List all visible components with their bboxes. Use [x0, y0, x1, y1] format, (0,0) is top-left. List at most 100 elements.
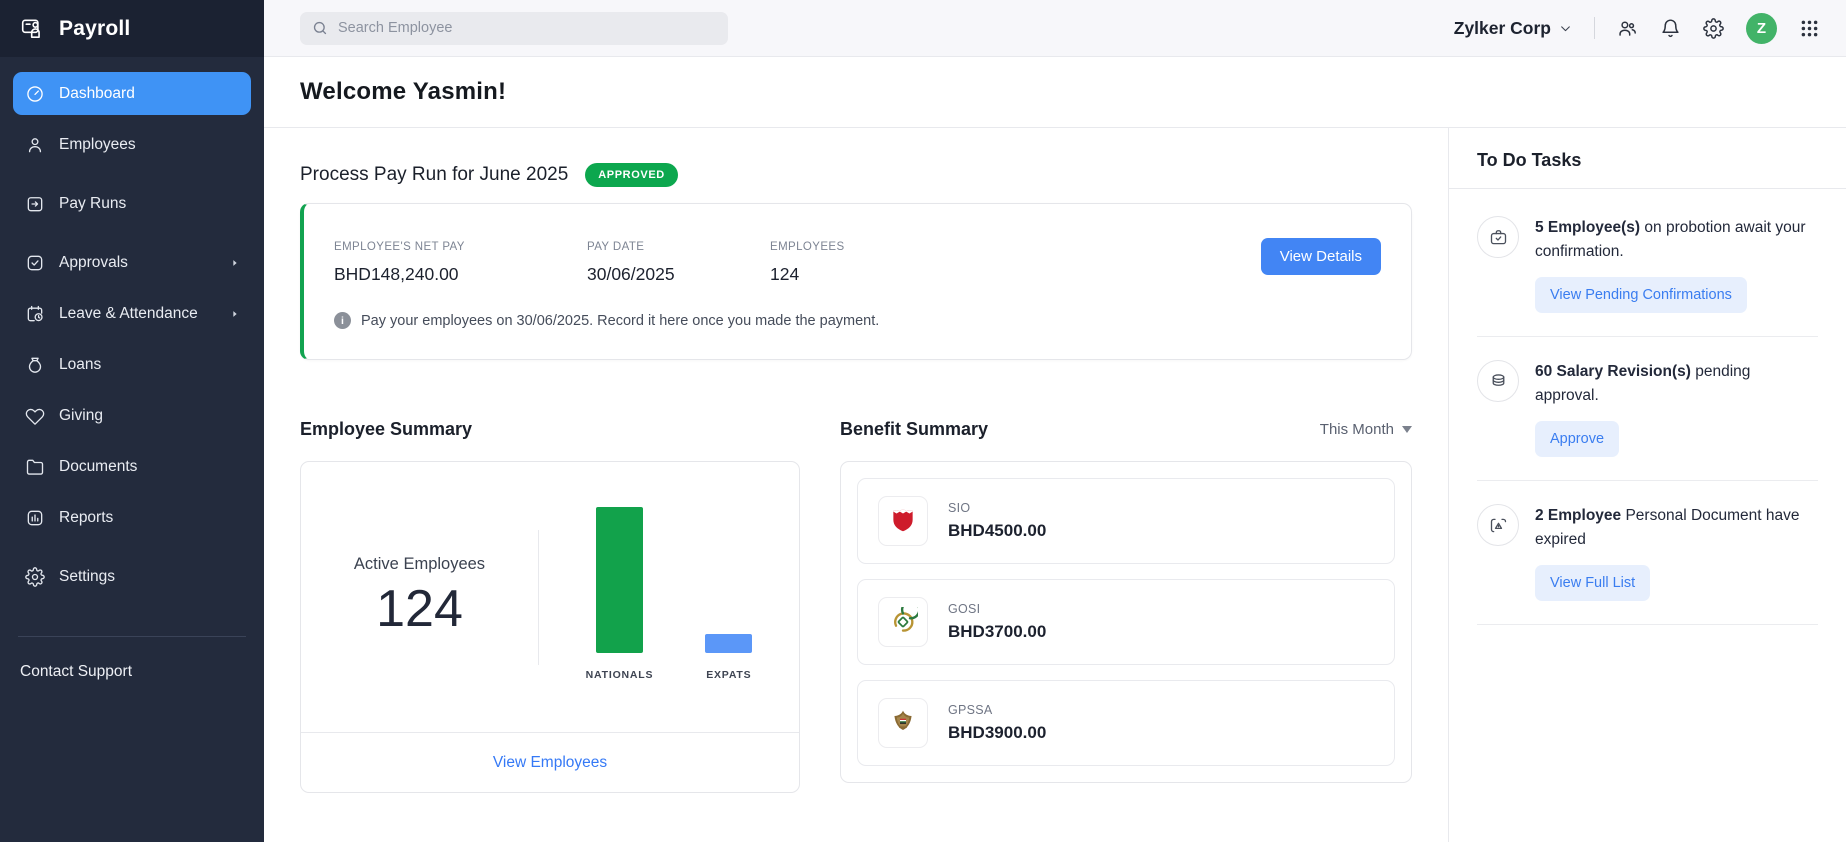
gear-icon[interactable] [1703, 18, 1724, 39]
stat-value: 30/06/2025 [587, 264, 770, 285]
stat-value: 124 [770, 264, 845, 285]
bell-icon[interactable] [1660, 18, 1681, 39]
active-employees-label: Active Employees [301, 555, 538, 574]
view-pending-confirmations-button[interactable]: View Pending Confirmations [1535, 277, 1747, 313]
task-divider [1477, 480, 1818, 481]
sidebar: Payroll Dashboard Employees Pay Runs App… [0, 0, 264, 842]
employees-icon [25, 135, 45, 155]
stat-label: PAY DATE [587, 241, 770, 253]
sidebar-item-label: Approvals [59, 254, 128, 272]
apps-grid-icon[interactable] [1799, 18, 1820, 39]
benefit-summary-heading: Benefit Summary [840, 419, 988, 440]
app-title: Payroll [59, 17, 130, 41]
employee-summary-section: Employee Summary Active Employees 124 NA… [300, 416, 800, 793]
pay-runs-icon [25, 194, 45, 214]
sidebar-item-reports[interactable]: Reports [13, 496, 251, 539]
expats-bar [705, 634, 752, 653]
sidebar-item-documents[interactable]: Documents [13, 445, 251, 488]
bar-label: NATIONALS [586, 669, 654, 681]
benefit-amount: BHD4500.00 [948, 521, 1046, 541]
nationals-bar [596, 507, 643, 653]
app-logo: Payroll [0, 0, 264, 57]
sidebar-item-label: Settings [59, 568, 115, 586]
view-employees-link[interactable]: View Employees [493, 754, 607, 772]
org-name: Zylker Corp [1454, 18, 1551, 39]
stat-value: BHD148,240.00 [334, 264, 587, 285]
sidebar-item-label: Giving [59, 407, 103, 425]
leave-attendance-icon [25, 304, 45, 324]
benefit-name: GPSSA [948, 703, 1046, 717]
sidebar-item-label: Dashboard [59, 85, 135, 103]
task-salary-revisions: 60 Salary Revision(s) pending approval. … [1477, 360, 1818, 457]
view-details-button[interactable]: View Details [1261, 238, 1381, 275]
status-badge: APPROVED [585, 163, 678, 187]
caret-down-icon [1402, 426, 1412, 433]
bar-expats: EXPATS [705, 634, 752, 681]
dashboard-icon [25, 84, 45, 104]
sidebar-item-approvals[interactable]: Approvals [13, 241, 251, 284]
sidebar-divider [18, 636, 246, 637]
approvals-icon [25, 253, 45, 273]
avatar[interactable]: Z [1746, 13, 1777, 44]
org-switcher[interactable]: Zylker Corp [1454, 18, 1572, 39]
payrun-info-text: Pay your employees on 30/06/2025. Record… [361, 313, 879, 329]
stat-employees: EMPLOYEES 124 [770, 241, 845, 285]
info-icon: i [334, 312, 351, 329]
giving-icon [25, 406, 45, 426]
loans-icon [25, 355, 45, 375]
sidebar-item-pay-runs[interactable]: Pay Runs [13, 182, 251, 225]
topbar: Zylker Corp Z [264, 0, 1846, 57]
approve-button[interactable]: Approve [1535, 421, 1619, 457]
chevron-down-icon [1559, 22, 1572, 35]
main-content: Process Pay Run for June 2025 APPROVED E… [264, 128, 1448, 842]
stat-pay-date: PAY DATE 30/06/2025 [587, 241, 770, 285]
chevron-right-icon [230, 258, 240, 268]
sidebar-item-leave-attendance[interactable]: Leave & Attendance [13, 292, 251, 335]
search-box[interactable] [300, 12, 728, 45]
task-text: 60 Salary Revision(s) pending approval. [1535, 360, 1818, 407]
active-employees-count: 124 [301, 581, 538, 638]
stat-label: EMPLOYEE'S NET PAY [334, 241, 587, 253]
task-pending-confirmations: 5 Employee(s) on probotion await your co… [1477, 216, 1818, 313]
payrun-card: EMPLOYEE'S NET PAY BHD148,240.00 PAY DAT… [300, 203, 1412, 360]
task-text: 2 Employee Personal Document have expire… [1535, 504, 1818, 551]
payrun-stats: EMPLOYEE'S NET PAY BHD148,240.00 PAY DAT… [334, 241, 1381, 285]
search-input[interactable] [338, 20, 716, 36]
task-divider [1477, 624, 1818, 625]
bar-nationals: NATIONALS [586, 507, 654, 681]
sidebar-item-giving[interactable]: Giving [13, 394, 251, 437]
task-divider [1477, 336, 1818, 337]
benefit-name: SIO [948, 501, 1046, 515]
benefit-row-gosi[interactable]: GOSI BHD3700.00 [857, 579, 1395, 665]
sidebar-item-dashboard[interactable]: Dashboard [13, 72, 251, 115]
payrun-info-row: i Pay your employees on 30/06/2025. Reco… [334, 312, 1381, 329]
reports-icon [25, 508, 45, 528]
sidebar-item-settings[interactable]: Settings [13, 555, 251, 598]
topbar-actions: Zylker Corp Z [1454, 13, 1820, 44]
benefit-amount: BHD3700.00 [948, 622, 1046, 642]
sidebar-nav: Dashboard Employees Pay Runs Approvals [0, 57, 264, 598]
sidebar-item-loans[interactable]: Loans [13, 343, 251, 386]
documents-icon [25, 457, 45, 477]
view-full-list-button[interactable]: View Full List [1535, 565, 1650, 601]
benefit-summary-card: SIO BHD4500.00 GOSI BHD3700.00 [840, 461, 1412, 783]
employee-summary-heading: Employee Summary [300, 419, 472, 440]
users-icon[interactable] [1617, 18, 1638, 39]
gpssa-logo [878, 698, 928, 748]
benefit-row-gpssa[interactable]: GPSSA BHD3900.00 [857, 680, 1395, 766]
chevron-right-icon [230, 309, 240, 319]
task-expired-documents: 2 Employee Personal Document have expire… [1477, 504, 1818, 601]
settings-icon [25, 567, 45, 587]
sidebar-item-employees[interactable]: Employees [13, 123, 251, 166]
coins-icon [1477, 360, 1519, 402]
bar-label: EXPATS [706, 669, 751, 681]
period-filter-value: This Month [1320, 421, 1394, 438]
active-employees-block: Active Employees 124 [301, 555, 538, 638]
employee-bar-chart: NATIONALS EXPATS [539, 507, 799, 687]
stat-net-pay: EMPLOYEE'S NET PAY BHD148,240.00 [334, 241, 587, 285]
benefit-row-sio[interactable]: SIO BHD4500.00 [857, 478, 1395, 564]
period-filter-dropdown[interactable]: This Month [1320, 421, 1412, 438]
benefit-amount: BHD3900.00 [948, 723, 1046, 743]
payrun-heading: Process Pay Run for June 2025 [300, 164, 568, 186]
sidebar-contact-support[interactable]: Contact Support [20, 663, 264, 681]
